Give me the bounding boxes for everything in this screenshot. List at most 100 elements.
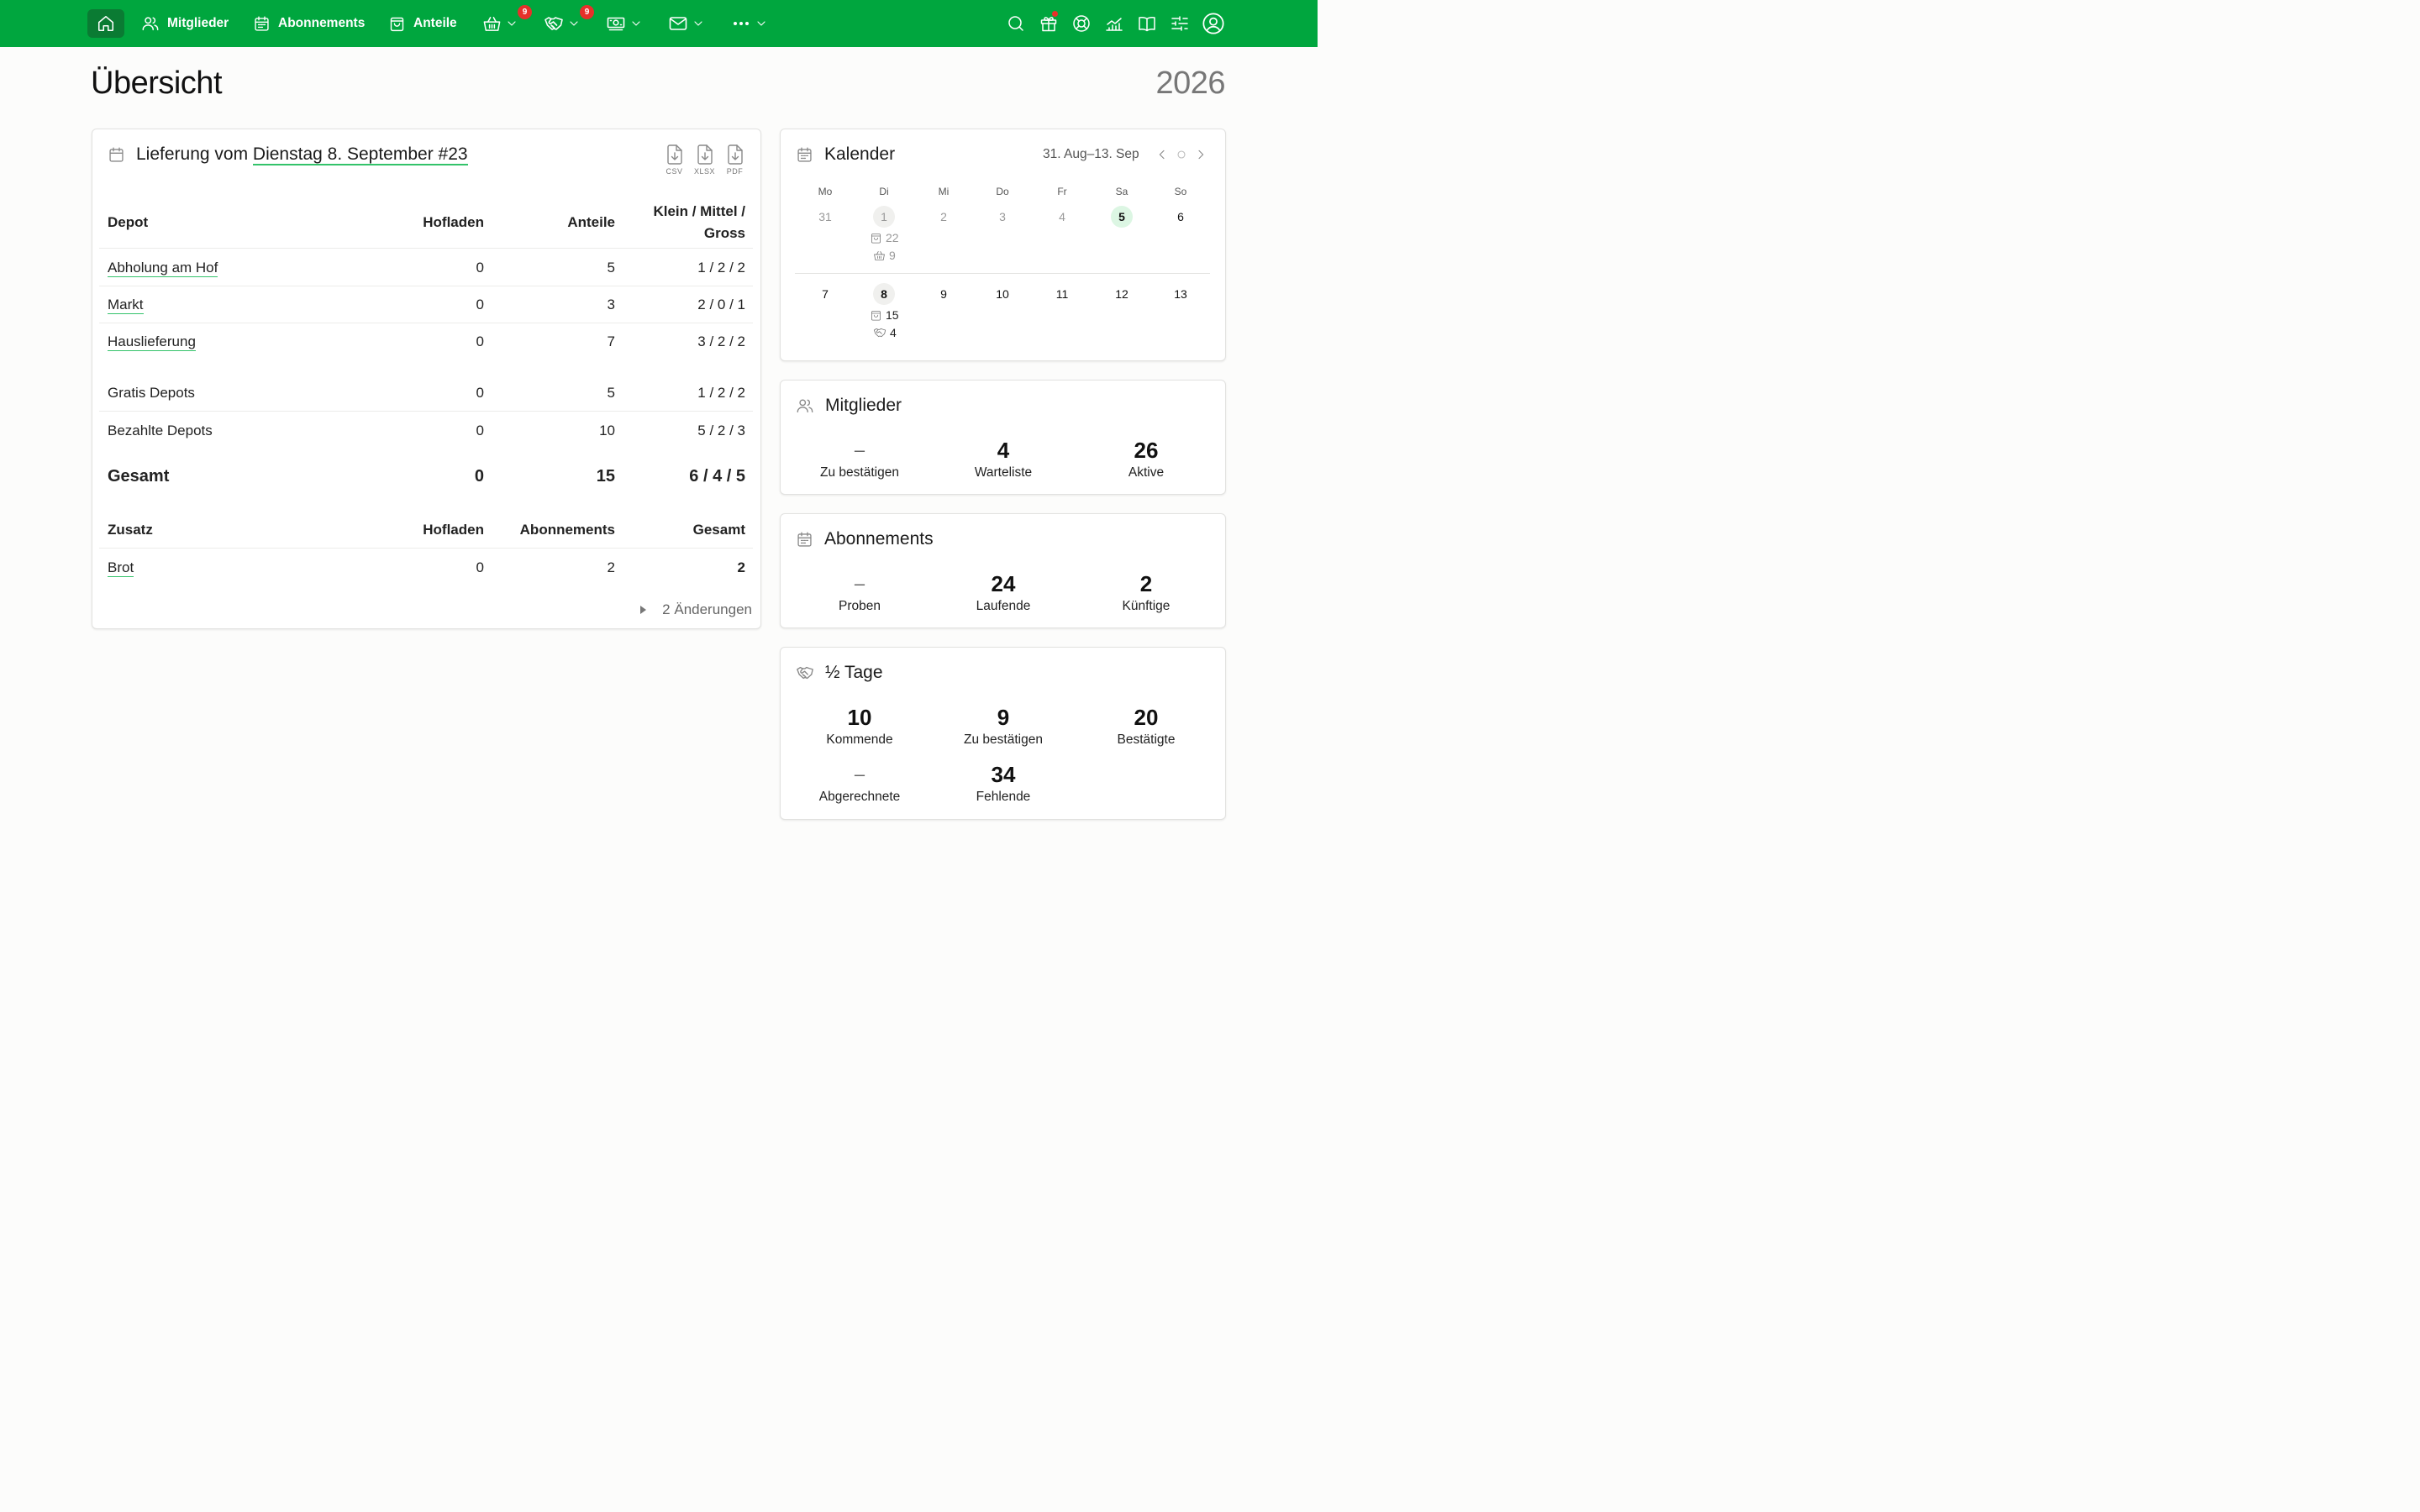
delivery-title: Lieferung vom Dienstag 8. September #23 bbox=[136, 144, 468, 165]
free-depots-label: Gratis Depots bbox=[108, 385, 195, 401]
halfdays-missing-stat[interactable]: 34 Fehlende bbox=[932, 761, 1075, 805]
stat-value: 26 bbox=[1134, 438, 1159, 463]
calendar-day[interactable]: 31 bbox=[814, 206, 836, 228]
mail-icon bbox=[669, 17, 687, 30]
extra-link[interactable]: Brot bbox=[108, 559, 134, 577]
calendar-header: Kalender bbox=[796, 144, 895, 165]
farmshop-value: 0 bbox=[476, 260, 484, 276]
paid-depots-row: Bezahlte Depots 0 10 5 / 2 / 3 bbox=[99, 412, 753, 449]
nav-halfdays-menu[interactable] bbox=[544, 0, 581, 47]
members-pending-stat[interactable]: – Zu bestätigen bbox=[788, 437, 931, 480]
calendar-day[interactable]: 1 bbox=[873, 206, 895, 228]
file-download-icon bbox=[697, 144, 713, 165]
nav-members[interactable]: Mitglieder bbox=[141, 0, 229, 47]
subscriptions-trial-stat[interactable]: – Proben bbox=[788, 570, 931, 614]
nav-email-menu[interactable] bbox=[668, 0, 705, 47]
farmshop-value: 0 bbox=[476, 385, 484, 401]
calendar-day[interactable]: 12 bbox=[1111, 283, 1133, 305]
calendar-day[interactable]: 10 bbox=[992, 283, 1013, 305]
halfdays-header: ½ Tage bbox=[796, 663, 883, 683]
calendar-day[interactable]: 13 bbox=[1170, 283, 1192, 305]
halfdays-upcoming-stat[interactable]: 10 Kommende bbox=[788, 704, 931, 748]
subscriptions-current-stat[interactable]: 24 Laufende bbox=[932, 570, 1075, 614]
members-active-stat[interactable]: 26 Aktive bbox=[1075, 437, 1218, 480]
nav-shares[interactable]: Anteile bbox=[388, 0, 457, 47]
farmshop-value: 0 bbox=[476, 297, 484, 312]
calendar-event-shares[interactable]: 15 bbox=[870, 308, 899, 322]
calendar-day[interactable]: 3 bbox=[992, 206, 1013, 228]
depot-link[interactable]: Markt bbox=[108, 297, 144, 314]
delivery-header: Lieferung vom Dienstag 8. September #23 bbox=[108, 144, 468, 165]
handshake-icon bbox=[873, 328, 886, 338]
calendar-day[interactable]: 11 bbox=[1051, 283, 1073, 305]
depot-link[interactable]: Abholung am Hof bbox=[108, 260, 218, 277]
farmshop-total: 0 bbox=[474, 466, 484, 486]
documentation-button[interactable] bbox=[1137, 13, 1157, 34]
calendar-event-halfdays[interactable]: 4 bbox=[873, 326, 897, 339]
statistics-button[interactable] bbox=[1104, 13, 1124, 34]
download-xlsx-button[interactable]: XLSX bbox=[694, 144, 715, 176]
shopping-bag-icon bbox=[390, 17, 404, 31]
money-icon bbox=[607, 17, 625, 31]
calendar-event-basket[interactable]: 9 bbox=[873, 249, 896, 262]
sliders-icon bbox=[1171, 16, 1188, 31]
subscriptions-future-stat[interactable]: 2 Künftige bbox=[1075, 570, 1218, 614]
nav-subscriptions[interactable]: Abonnements bbox=[253, 0, 365, 47]
shares-value: 7 bbox=[607, 333, 615, 349]
calendar-day[interactable]: 7 bbox=[814, 283, 836, 305]
week-divider bbox=[795, 273, 1210, 274]
subscriptions-header: Abonnements bbox=[796, 529, 934, 549]
calendar-day[interactable]: 6 bbox=[1170, 206, 1192, 228]
subscriptions-value: 2 bbox=[607, 559, 615, 575]
download-csv-button[interactable]: CSV bbox=[664, 144, 685, 176]
weekday-mi: Mi bbox=[938, 186, 950, 197]
home-button[interactable] bbox=[87, 9, 124, 38]
calendar-day[interactable]: 4 bbox=[1051, 206, 1073, 228]
calendar-card: Kalender 31. Aug–13. Sep Mo Di Mi Do Fr … bbox=[780, 129, 1226, 361]
halfdays-card: ½ Tage 10 Kommende 9 Zu bestätigen 20 Be… bbox=[780, 647, 1226, 820]
halfdays-pending-stat[interactable]: 9 Zu bestätigen bbox=[932, 704, 1075, 748]
weekday-mo: Mo bbox=[818, 186, 833, 197]
calendar-day[interactable]: 2 bbox=[933, 206, 955, 228]
delivery-date-link[interactable]: Dienstag 8. September #23 bbox=[252, 144, 468, 165]
calendar-today-button[interactable] bbox=[1175, 148, 1188, 161]
download-pdf-button[interactable]: PDF bbox=[724, 144, 745, 176]
chevron-down-icon bbox=[570, 21, 578, 26]
calendar-day-today[interactable]: 5 bbox=[1111, 206, 1133, 228]
circle-icon bbox=[1177, 150, 1186, 159]
extras-table-header: Zusatz Hofladen Abonnements Gesamt bbox=[99, 512, 753, 549]
stat-value: 10 bbox=[847, 705, 872, 730]
stat-label: Laufende bbox=[976, 599, 1031, 613]
account-button[interactable] bbox=[1202, 12, 1225, 35]
calendar-icon bbox=[255, 15, 269, 31]
changes-toggle[interactable]: 2 Änderungen bbox=[640, 601, 752, 618]
shares-total: 15 bbox=[596, 466, 615, 486]
calendar-event-shares[interactable]: 22 bbox=[870, 231, 899, 244]
shares-value: 5 bbox=[607, 385, 615, 401]
chevron-down-icon bbox=[694, 21, 702, 26]
depot-table-header: Depot Hofladen Anteile Klein / Mittel / … bbox=[99, 197, 753, 249]
depot-link[interactable]: Hauslieferung bbox=[108, 333, 196, 351]
halfdays-confirmed-stat[interactable]: 20 Bestätigte bbox=[1075, 704, 1218, 748]
calendar-day-selected[interactable]: 8 bbox=[873, 283, 895, 305]
chevron-right-icon bbox=[1198, 150, 1204, 160]
calendar-day[interactable]: 9 bbox=[933, 283, 955, 305]
stat-label: Proben bbox=[839, 599, 881, 613]
nav-billing-menu[interactable] bbox=[606, 0, 643, 47]
members-waitlist-stat[interactable]: 4 Warteliste bbox=[932, 437, 1075, 480]
halfdays-billed-stat[interactable]: – Abgerechnete bbox=[788, 761, 931, 805]
shares-value: 3 bbox=[607, 297, 615, 312]
nav-members-label: Mitglieder bbox=[167, 16, 229, 30]
help-button[interactable] bbox=[1071, 13, 1092, 34]
sizes-header: Klein / Mittel / Gross bbox=[653, 197, 745, 249]
farmshop-header: Hofladen bbox=[423, 522, 484, 538]
nav-more-menu[interactable] bbox=[731, 0, 768, 47]
search-button[interactable] bbox=[1006, 13, 1026, 34]
calendar-prev-button[interactable] bbox=[1155, 148, 1169, 161]
calendar-next-button[interactable] bbox=[1194, 148, 1207, 161]
delivery-card: Lieferung vom Dienstag 8. September #23 … bbox=[92, 129, 761, 629]
settings-button[interactable] bbox=[1170, 13, 1190, 34]
stat-value: 24 bbox=[991, 571, 1016, 596]
subscriptions-header: Abonnements bbox=[519, 522, 615, 538]
nav-basket-menu[interactable] bbox=[482, 0, 518, 47]
